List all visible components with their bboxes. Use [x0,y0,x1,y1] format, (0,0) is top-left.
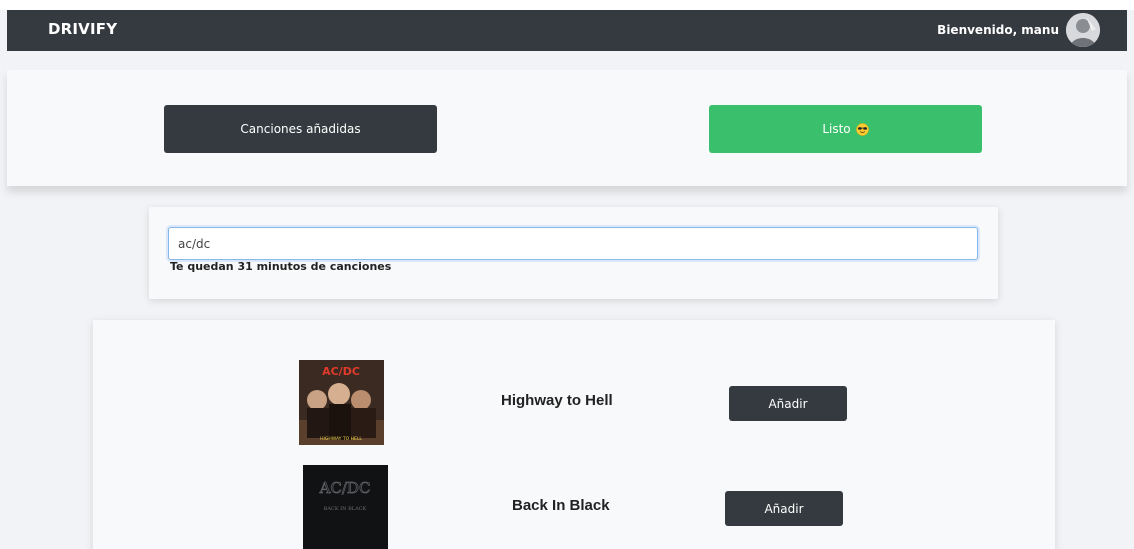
search-input[interactable] [168,227,978,260]
cover-band-text: AC/DC [319,479,371,497]
remaining-minutes-text: Te quedan 31 minutos de canciones [170,260,392,273]
done-label: Listo [822,122,851,136]
action-panel: Canciones añadidas Listo [7,70,1127,186]
top-strip [0,0,1134,10]
album-cover-highway-to-hell: AC/DC HIGHWAY TO HELL [299,360,384,445]
done-button[interactable]: Listo [709,105,982,153]
add-song-button[interactable]: Añadir [725,491,843,526]
song-row: AC/DC HIGHWAY TO HELL Highway to Hell Añ… [93,360,1055,450]
search-card: Te quedan 31 minutos de canciones [149,207,998,299]
song-title: Back In Black [512,497,610,514]
add-song-label: Añadir [768,396,808,411]
avatar-icon [1066,13,1100,47]
added-songs-label: Canciones añadidas [240,122,361,136]
album-cover-back-in-black: AC/DC BACK IN BLACK [303,465,388,549]
song-row: AC/DC BACK IN BLACK Back In Black Añadir [93,465,1055,549]
welcome-text: Bienvenido, manu [937,23,1059,37]
sunglasses-emoji-icon [855,122,869,136]
added-songs-button[interactable]: Canciones añadidas [164,105,437,153]
cover-album-text: HIGHWAY TO HELL [320,436,362,442]
cover-album-text: BACK IN BLACK [324,506,367,512]
song-title: Highway to Hell [501,392,613,409]
user-avatar[interactable] [1066,13,1100,47]
cover-band-text: AC/DC [322,365,360,378]
add-song-label: Añadir [764,501,804,516]
brand-logo[interactable]: DRIVIFY [48,20,117,38]
add-song-button[interactable]: Añadir [729,386,847,421]
results-list: AC/DC HIGHWAY TO HELL Highway to Hell Añ… [93,320,1055,549]
navbar: DRIVIFY Bienvenido, manu [7,10,1127,51]
